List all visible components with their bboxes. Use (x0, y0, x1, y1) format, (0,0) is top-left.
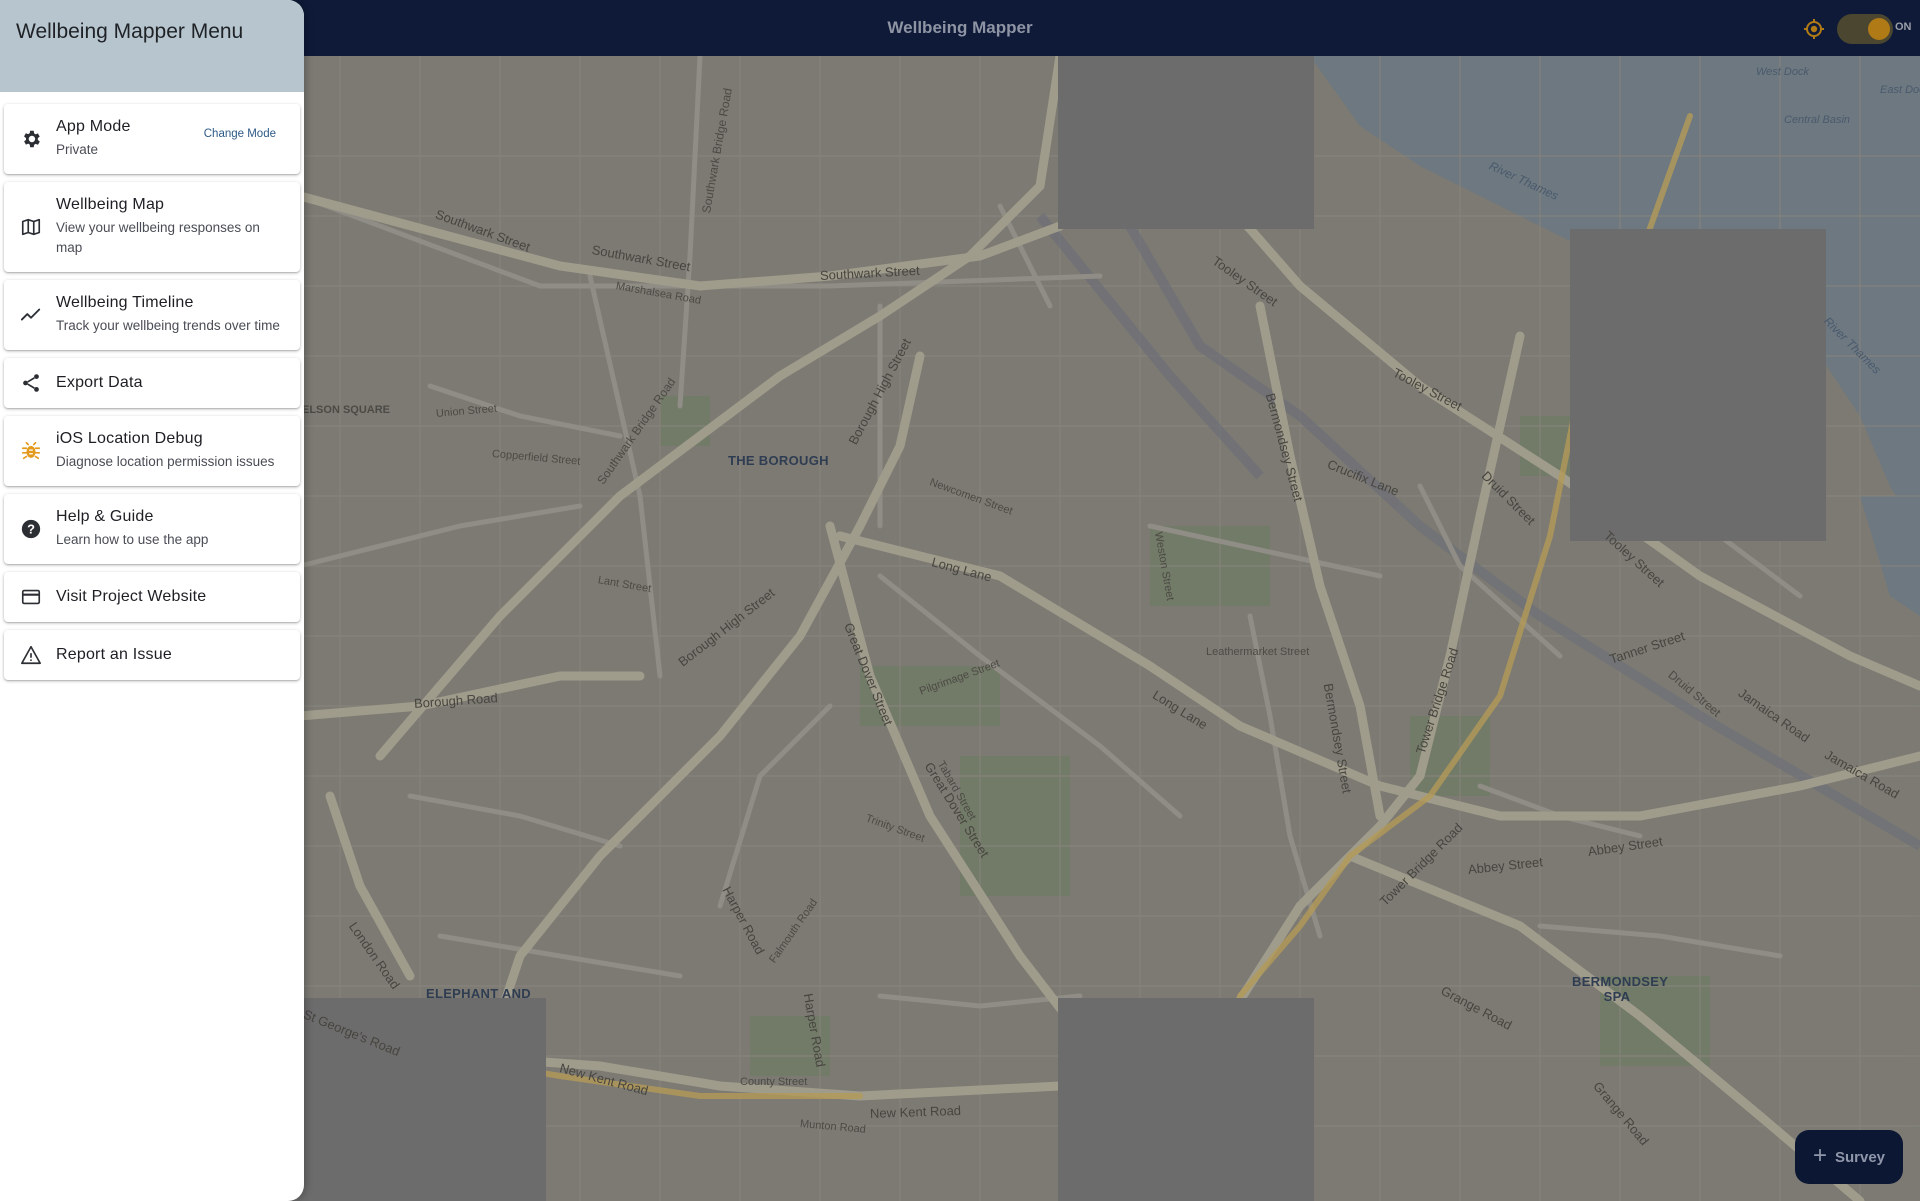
change-mode-button[interactable]: Change Mode (204, 128, 276, 140)
gear-icon (20, 128, 42, 150)
menu-item-report-issue[interactable]: Report an Issue (4, 630, 300, 680)
tracking-toggle[interactable] (1837, 14, 1893, 44)
street-label: County Street (740, 1076, 808, 1088)
navigation-drawer: Wellbeing Mapper Menu App Mode Private C… (0, 0, 304, 1201)
map-place-label: ELEPHANT AND (426, 986, 531, 1001)
menu-item-subtitle: View your wellbeing responses on map (56, 220, 260, 255)
tracking-toggle-label: ON (1895, 21, 1912, 33)
drawer-title: Wellbeing Mapper Menu (16, 20, 244, 43)
map-place-label: BERMONDSEY SPA (1572, 974, 1669, 1004)
menu-item-title: Wellbeing Timeline (56, 294, 194, 311)
warning-triangle-icon (20, 644, 42, 666)
help-circle-icon: ? (20, 518, 42, 540)
menu-item-title: Visit Project Website (56, 588, 207, 605)
menu-item-wellbeing-map[interactable]: Wellbeing Map View your wellbeing respon… (4, 182, 300, 272)
missing-map-tile (1058, 56, 1314, 229)
street-label: Leathermarket Street (1206, 646, 1310, 658)
toggle-knob (1868, 18, 1890, 40)
svg-text:?: ? (27, 522, 35, 537)
menu-item-subtitle: Private (56, 142, 99, 157)
menu-item-wellbeing-timeline[interactable]: Wellbeing Timeline Track your wellbeing … (4, 280, 300, 350)
missing-map-tile (1570, 229, 1826, 541)
menu-item-subtitle: Learn how to use the app (56, 532, 209, 547)
water-label: West Dock (1756, 66, 1809, 78)
menu-item-title: Help & Guide (56, 508, 154, 525)
menu-item-title: Wellbeing Map (56, 196, 165, 213)
menu-item-help-guide[interactable]: ? Help & Guide Learn how to use the app (4, 494, 300, 564)
bug-icon (20, 440, 42, 462)
street-label: New Kent Road (869, 1102, 962, 1121)
menu-item-title: Export Data (56, 374, 143, 391)
menu-item-export-data[interactable]: Export Data (4, 358, 300, 408)
menu-item-ios-location-debug[interactable]: iOS Location Debug Diagnose location per… (4, 416, 300, 486)
menu-item-title: iOS Location Debug (56, 430, 203, 447)
survey-button[interactable]: + Survey (1795, 1130, 1903, 1184)
water-label: Central Basin (1784, 114, 1851, 126)
missing-map-tile (1058, 998, 1314, 1201)
menu-item-subtitle: Diagnose location permission issues (56, 454, 275, 469)
water-label: East Dock (1880, 84, 1920, 96)
menu-item-title: Report an Issue (56, 646, 172, 663)
map-icon (20, 216, 42, 238)
survey-button-label: Survey (1834, 1148, 1886, 1166)
menu-item-visit-website[interactable]: Visit Project Website (4, 572, 300, 622)
trend-line-icon (20, 304, 42, 326)
map-place-label: ELSON SQUARE (302, 404, 391, 416)
drawer-menu-list: App Mode Private Change Mode Wellbeing M… (0, 92, 304, 680)
browser-window-icon (20, 586, 42, 608)
location-target-icon[interactable] (1803, 18, 1825, 40)
menu-item-app-mode[interactable]: App Mode Private Change Mode (4, 104, 300, 174)
app-screen: THE BOROUGH ELEPHANT AND BERMONDSEY SPA … (0, 0, 1920, 1201)
share-icon (20, 372, 42, 394)
plus-icon: + (1812, 1142, 1827, 1169)
drawer-header: Wellbeing Mapper Menu (0, 0, 304, 92)
menu-item-subtitle: Track your wellbeing trends over time (56, 318, 280, 333)
map-place-label: THE BOROUGH (728, 453, 829, 468)
